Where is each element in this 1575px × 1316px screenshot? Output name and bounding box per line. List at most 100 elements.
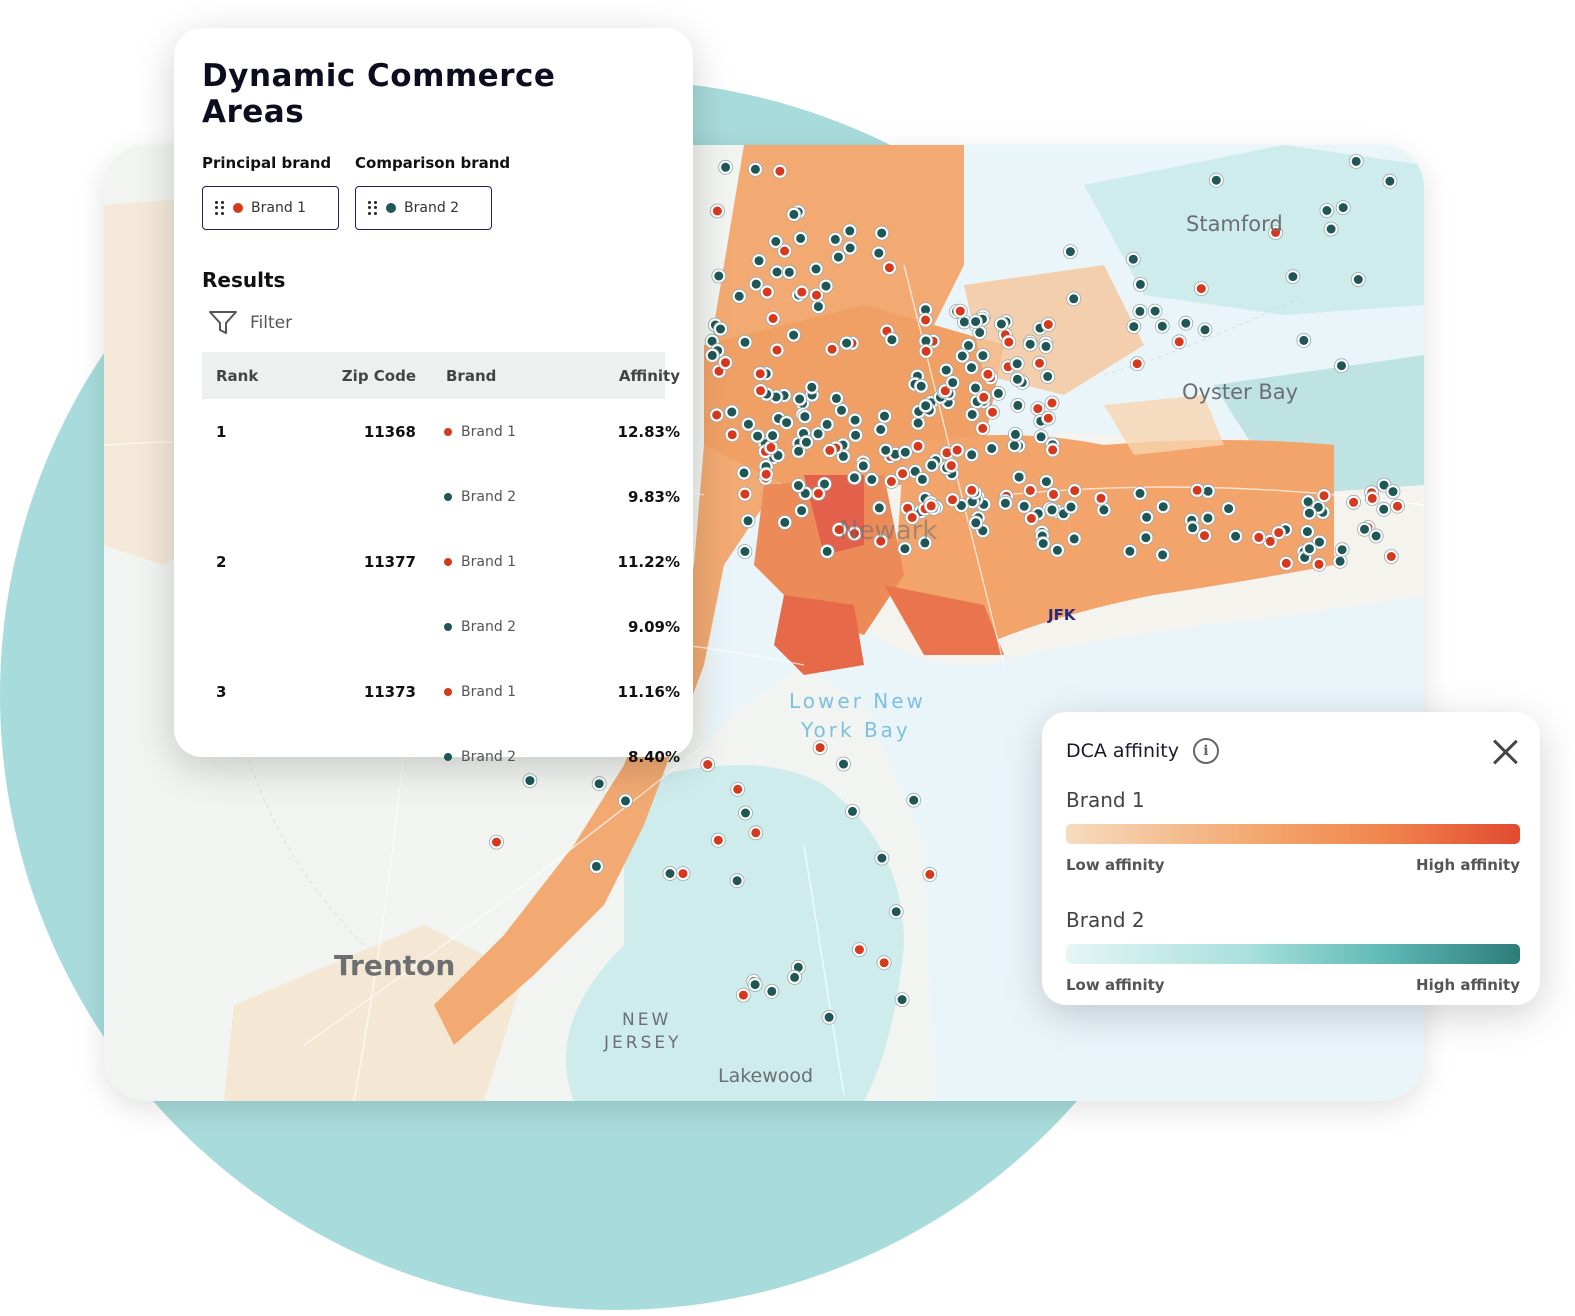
brand2-store-dot [707, 350, 717, 360]
affinity-cell: 8.40% [627, 747, 680, 766]
label-jfk: JFK [1047, 606, 1077, 624]
brand2-store-dot [849, 473, 859, 483]
brand2-store-dot [822, 419, 832, 429]
brand-dot-icon [444, 492, 452, 501]
brand2-store-dot [750, 980, 760, 990]
filter-button[interactable]: Filter [208, 310, 665, 336]
legend-title: DCA affinity [1066, 740, 1179, 762]
affinity-cell: 9.09% [627, 617, 680, 636]
brand1-store-dot [1393, 501, 1402, 511]
header-zip[interactable]: Zip Code [311, 367, 416, 385]
table-row[interactable]: 2 11377 Brand 1 11.22% [202, 529, 680, 594]
principal-brand-picker[interactable]: Brand 1 [202, 186, 339, 230]
comparison-brand-value: Brand 2 [404, 200, 460, 216]
brand2-store-dot [1041, 477, 1051, 487]
brand2-store-dot [1158, 502, 1168, 512]
brand1-store-dot [988, 407, 997, 417]
brand1-store-dot [1254, 532, 1264, 542]
brand2-store-dot [1203, 486, 1213, 496]
brand2-dot-icon [386, 203, 396, 213]
header-brand[interactable]: Brand [416, 367, 546, 385]
brand2-store-dot [877, 228, 887, 238]
table-row[interactable]: 1 11368 Brand 1 12.83% [202, 399, 680, 464]
brand1-store-dot [762, 287, 772, 297]
brand1-store-dot [1349, 497, 1359, 507]
brand-cell: Brand 2 [416, 489, 546, 505]
brand2-store-dot [848, 806, 857, 816]
rank-cell: 1 [216, 422, 227, 441]
brand2-store-dot [877, 853, 887, 863]
table-row[interactable]: Brand 2 8.40% [202, 724, 680, 789]
brand2-store-dot [1066, 502, 1076, 512]
brand2-store-dot [1338, 203, 1348, 213]
label-stamford: Stamford [1186, 212, 1283, 236]
brand2-store-dot [789, 330, 799, 340]
header-rank[interactable]: Rank [216, 367, 311, 385]
brand2-store-dot [967, 450, 977, 460]
brand1-store-dot [1367, 493, 1377, 503]
brand1-store-dot [813, 489, 823, 498]
brand2-store-dot [1041, 341, 1051, 351]
table-row[interactable]: Brand 2 9.83% [202, 464, 680, 529]
brand2-store-dot [1000, 498, 1010, 508]
brand2-store-dot [1025, 339, 1035, 349]
info-icon[interactable]: i [1192, 738, 1219, 764]
brand1-store-dot [948, 495, 957, 505]
brand1-store-dot [952, 445, 962, 455]
comparison-brand-label: Comparison brand [355, 154, 511, 172]
brand2-store-dot [743, 419, 753, 429]
brand2-store-dot [1351, 156, 1361, 166]
filter-icon [209, 311, 237, 334]
brand1-gradient-labels: Low affinity High affinity [1066, 856, 1520, 874]
brand2-store-dot [1353, 275, 1363, 284]
brand1-store-dot [772, 345, 782, 355]
brand2-store-dot [739, 468, 749, 478]
brand2-store-dot [1012, 374, 1022, 384]
brand2-store-dot [1379, 504, 1389, 514]
brand1-store-dot [703, 760, 713, 769]
brand1-store-dot [1281, 558, 1291, 568]
brand-name: Brand 2 [461, 748, 517, 765]
brand1-store-dot [733, 784, 743, 794]
brand1-store-dot [1096, 493, 1106, 503]
brand-cell: Brand 2 [416, 619, 546, 635]
brand1-store-dot [854, 945, 864, 955]
brand1-high-label: High affinity [1416, 856, 1520, 874]
drag-handle-icon[interactable] [368, 201, 378, 215]
comparison-brand-picker[interactable]: Brand 2 [355, 186, 492, 230]
brand2-store-dot [927, 460, 937, 470]
zip-cell: 11377 [363, 552, 416, 571]
brand2-store-dot [1069, 534, 1079, 544]
brand2-store-dot [1326, 224, 1336, 234]
brand2-store-dot [1203, 513, 1213, 523]
drag-handle-icon[interactable] [215, 201, 225, 215]
brand1-store-dot [727, 430, 737, 440]
brand2-store-dot [740, 337, 750, 347]
brand2-store-dot [1009, 441, 1019, 451]
results-table-body: 1 11368 Brand 1 12.83% Brand 2 9.83% 2 11377 Bra… [202, 399, 680, 789]
legend-header: DCA affinity i [1066, 736, 1520, 766]
brand2-store-dot [771, 237, 781, 246]
affinity-cell: 11.16% [617, 682, 680, 701]
brand2-store-dot [1200, 325, 1210, 335]
brand2-store-dot [784, 267, 794, 277]
brand2-store-dot [839, 759, 848, 769]
brand2-store-dot [716, 324, 725, 334]
brand2-store-dot [772, 267, 782, 277]
brand2-store-dot [811, 264, 821, 274]
brand2-store-dot [740, 547, 750, 556]
brand2-store-dot [1315, 537, 1324, 547]
brand2-store-dot [1135, 306, 1145, 316]
close-icon[interactable] [1490, 736, 1520, 766]
brand2-store-dot [850, 415, 860, 425]
brand-dot-icon [444, 752, 452, 761]
table-row[interactable]: Brand 2 9.09% [202, 594, 680, 659]
affinity-cell: 12.83% [617, 422, 680, 441]
affinity-cell: 9.83% [627, 487, 680, 506]
brand-dot-icon [444, 557, 452, 566]
brand2-store-dot [1385, 176, 1395, 186]
brand2-store-dot [780, 517, 790, 527]
header-affinity[interactable]: Affinity [546, 367, 680, 385]
affinity-cell: 11.22% [617, 552, 680, 571]
table-row[interactable]: 3 11373 Brand 1 11.16% [202, 659, 680, 724]
